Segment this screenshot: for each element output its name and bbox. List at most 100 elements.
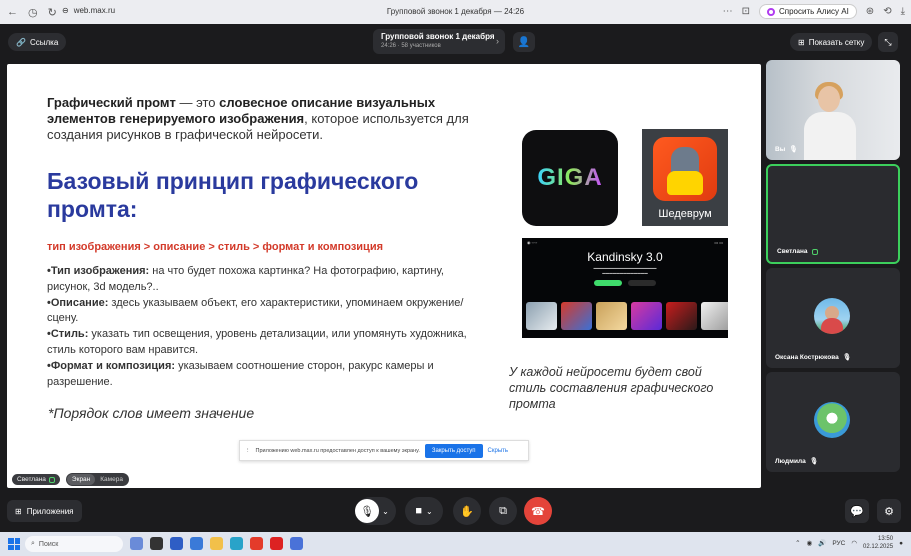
settings-button[interactable]: ⚙ [877, 499, 901, 523]
hang-up-icon: ☎ [531, 505, 545, 518]
chevron-right-icon: › [496, 36, 499, 46]
alice-button[interactable]: Спросить Алису AI [759, 4, 857, 19]
avatar [814, 402, 850, 438]
protect-icon[interactable]: ⊛ [866, 6, 874, 17]
chat-icon: 💬 [850, 505, 864, 518]
bullet-label: •Тип изображения: [47, 265, 150, 277]
add-user-icon: 👤 [517, 36, 531, 48]
camera-icon: ■ [415, 505, 422, 517]
chevron-up-icon[interactable]: ⌃ [795, 539, 800, 547]
shedevrum-icon [653, 137, 717, 201]
more-icon[interactable]: ⋯ [723, 6, 733, 17]
mic-button[interactable]: 🎙 ⌄ [355, 497, 396, 525]
end-call-button[interactable]: ☎ [524, 497, 552, 525]
bullet-item: •Формат и композиция: указываем соотноше… [47, 359, 477, 391]
show-grid-button[interactable]: ⊞ Показать сетку [790, 33, 873, 51]
widgets-icon[interactable] [130, 537, 143, 550]
call-title: Групповой звонок 1 декабря [381, 32, 495, 41]
volume-icon[interactable]: 🔊 [818, 539, 826, 547]
participant-tile[interactable]: Людмила 🎙 [766, 372, 900, 472]
giga-logo-text: GIGA [537, 164, 603, 191]
store-icon[interactable] [170, 537, 183, 550]
screen-share-notice: ⋮ Приложению web.max.ru предоставлен дос… [239, 440, 529, 461]
alice-icon [767, 7, 775, 16]
task-view-icon[interactable] [150, 537, 163, 550]
search-placeholder: Поиск [38, 540, 59, 548]
apps-icon: ⊞ [15, 506, 22, 516]
alice-label: Спросить Алису AI [779, 7, 849, 16]
app-icon[interactable] [290, 537, 303, 550]
language-indicator[interactable]: РУС [832, 540, 845, 547]
collapse-button[interactable]: ⤡ [878, 32, 898, 52]
start-button[interactable] [8, 538, 20, 550]
participant-tile[interactable]: Вы 🎙 [766, 60, 900, 160]
view-screen-tab[interactable]: Экран [66, 474, 96, 485]
participant-name: Вы [775, 145, 786, 153]
giga-logo: GIGA [522, 130, 618, 226]
bullet-list: •Тип изображения: на что будет похожа ка… [47, 264, 477, 390]
slide-heading: Базовый принцип графического промта: [47, 168, 419, 222]
bullet-item: •Описание: здесь указываем объект, его х… [47, 296, 477, 328]
app-icon[interactable] [270, 537, 283, 550]
link-icon: 🔗 [16, 37, 26, 47]
app-icon[interactable] [190, 537, 203, 550]
gear-icon: ⚙ [884, 505, 894, 518]
edge-icon[interactable] [230, 537, 243, 550]
stop-sharing-button[interactable]: Закрыть доступ [424, 443, 483, 458]
grid-icon: ⊞ [798, 37, 805, 47]
call-info-button[interactable]: Групповой звонок 1 декабря 24:26 · 58 уч… [373, 29, 505, 54]
taskbar-search[interactable]: ⌕ Поиск [25, 536, 123, 552]
view-switch: Экран Камера [65, 473, 129, 486]
screen-share-button[interactable]: ⧉ [489, 497, 517, 525]
bookmark-icon[interactable]: ⊡ [742, 6, 750, 17]
chevron-down-icon[interactable]: ⌄ [426, 507, 433, 516]
avatar [814, 298, 850, 334]
wifi-icon[interactable]: ◠ [851, 539, 857, 547]
link-label: Ссылка [29, 37, 59, 47]
bullet-label: •Описание: [47, 296, 109, 309]
speaker-name: Светлана [17, 476, 46, 483]
share-notice-icon: ⋮ [245, 447, 251, 454]
hand-icon: ✋ [460, 505, 474, 518]
folder-icon[interactable] [210, 537, 223, 550]
download-icon[interactable]: ⤓ [901, 6, 905, 17]
slide-caption: У каждой нейросети будет свой стиль сост… [509, 365, 714, 411]
mic-off-icon: 🎙 [355, 499, 380, 523]
intro-text: Графический промт — это словесное описан… [47, 95, 477, 143]
clock[interactable]: 13:50 02.12.2025 [863, 535, 893, 551]
mic-muted-icon: 🎙 [789, 146, 798, 153]
bullet-text: здесь указываем объект, его характеристи… [47, 296, 464, 325]
camera-button[interactable]: ■ ⌄ [405, 497, 443, 525]
taskbar: ⌕ Поиск ⌃ ◉ 🔊 РУС ◠ 13:50 02.12.2025 ● [0, 532, 911, 556]
speaker-pill: Светлана [12, 474, 60, 485]
intro-term: Графический промт [47, 95, 176, 110]
prompt-formula: тип изображения > описание > стиль > фор… [47, 241, 384, 253]
yandex-icon[interactable] [250, 537, 263, 550]
screen-share-icon: ⧉ [499, 504, 507, 517]
participant-name: Людмила [775, 457, 806, 465]
bullet-item: •Стиль: указать тип освещения, уровень д… [47, 327, 477, 359]
shedevrum-label: Шедеврум [658, 208, 712, 220]
stage-pills: Светлана Экран Камера [12, 473, 129, 486]
network-icon[interactable]: ◉ [807, 539, 813, 547]
notifications-icon[interactable]: ● [899, 540, 903, 547]
speaking-icon [811, 248, 818, 255]
participant-tile[interactable]: Оксана Кострюкова 🎙 [766, 268, 900, 368]
apps-button[interactable]: ⊞ Приложения [7, 500, 82, 522]
search-icon: ⌕ [31, 540, 35, 547]
kandinsky-title: Kandinsky 3.0 [587, 250, 663, 264]
view-camera-tab[interactable]: Камера [95, 474, 128, 485]
call-header: 🔗 Ссылка Групповой звонок 1 декабря 24:2… [0, 24, 911, 60]
raise-hand-button[interactable]: ✋ [453, 497, 481, 525]
hide-notice-button[interactable]: Скрыть [488, 448, 508, 454]
chevron-down-icon[interactable]: ⌄ [382, 507, 389, 516]
bullet-label: •Формат и композиция: [47, 359, 176, 372]
participant-name: Оксана Кострюкова [775, 353, 839, 361]
link-button[interactable]: 🔗 Ссылка [8, 33, 67, 51]
extensions-icon[interactable]: ⟲ [883, 6, 891, 17]
add-user-button[interactable]: 👤 [513, 32, 535, 52]
chat-button[interactable]: 💬 [845, 499, 869, 523]
kandinsky-screenshot: ◉ ◦◦◦◦ ▭ ▭ Kandinsky 3.0 ▬▬▬▬▬▬▬▬▬▬▬▬▬▬▬▬… [522, 238, 728, 338]
mic-muted-icon: 🎙 [809, 458, 818, 465]
participant-tile[interactable]: Светлана [766, 164, 900, 264]
